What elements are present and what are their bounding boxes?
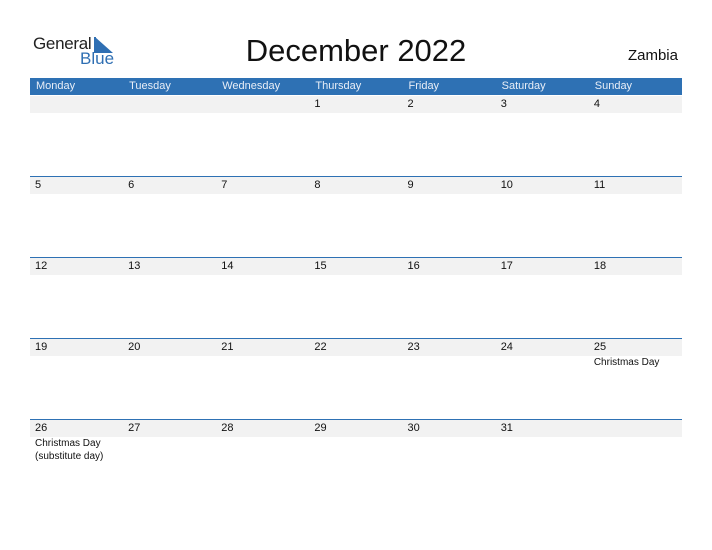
day-cell: 5 — [30, 177, 123, 258]
day-number: 1 — [314, 98, 321, 110]
day-cell: 9 — [403, 177, 496, 258]
week-row: 1 2 3 4 — [30, 96, 682, 177]
day-number: 7 — [221, 179, 228, 191]
day-cell: 8 — [309, 177, 402, 258]
day-number: 13 — [128, 260, 141, 272]
day-number: 20 — [128, 341, 141, 353]
day-cell: 15 — [309, 258, 402, 339]
holiday-label: Christmas Day — [593, 357, 660, 368]
day-cell: 23 — [403, 339, 496, 420]
week-row: 19 20 21 22 23 24 25 Christmas Day — [30, 338, 682, 420]
day-number: 2 — [407, 98, 414, 110]
day-cell: 7 — [216, 177, 309, 258]
weekday-tuesday: Tuesday — [129, 80, 171, 92]
day-number: 6 — [128, 179, 135, 191]
calendar-grid: Monday Tuesday Wednesday Thursday Friday… — [30, 78, 682, 462]
day-number: 17 — [500, 260, 513, 272]
day-number: 30 — [407, 422, 420, 434]
day-cell — [216, 96, 309, 177]
day-number: 28 — [221, 422, 234, 434]
day-number: 23 — [407, 341, 420, 353]
day-cell: 20 — [123, 339, 216, 420]
day-cell: 22 — [309, 339, 402, 420]
holiday-label: Christmas Day — [35, 438, 101, 449]
day-cell: 24 — [496, 339, 589, 420]
day-cell: 2 — [403, 96, 496, 177]
day-number: 18 — [593, 260, 607, 272]
day-cell: 31 — [496, 420, 589, 501]
day-number: 11 — [593, 179, 606, 191]
day-number: 31 — [500, 422, 513, 434]
day-cell: 13 — [123, 258, 216, 339]
day-number: 29 — [314, 422, 327, 434]
day-cell: 6 — [123, 177, 216, 258]
day-number: 5 — [35, 179, 42, 191]
day-number: 27 — [128, 422, 141, 434]
day-number: 25 — [593, 341, 607, 353]
week-row: 12 13 14 15 16 17 18 — [30, 257, 682, 339]
day-number: 22 — [314, 341, 327, 353]
day-cell: 27 — [123, 420, 216, 501]
day-cell: 1 — [309, 96, 402, 177]
day-cell: 17 — [496, 258, 589, 339]
day-cell: 30 — [403, 420, 496, 501]
day-number: 8 — [314, 179, 321, 191]
day-number: 24 — [500, 341, 513, 353]
day-number: 15 — [314, 260, 327, 272]
day-cell: 26 Christmas Day (substitute day) — [30, 420, 123, 501]
weekday-sunday: Sunday — [594, 80, 633, 92]
day-cell: 29 — [309, 420, 402, 501]
day-number: 12 — [35, 260, 48, 272]
weekday-friday: Friday — [408, 80, 440, 92]
day-number: 4 — [593, 98, 600, 110]
day-number: 19 — [35, 341, 48, 353]
country-label: Zambia — [627, 47, 678, 64]
day-cell: 10 — [496, 177, 589, 258]
day-cell: 25 Christmas Day — [589, 339, 682, 420]
week-row: 26 Christmas Day (substitute day) 27 28 29 30 3… — [30, 419, 682, 501]
day-cell: 4 — [589, 96, 682, 177]
weekday-monday: Monday — [36, 80, 76, 92]
week-row: 5 6 7 8 9 10 11 — [30, 176, 682, 258]
weekday-thursday: Thursday — [315, 80, 362, 92]
day-number: 21 — [221, 341, 234, 353]
day-cell: 21 — [216, 339, 309, 420]
day-cell: 3 — [496, 96, 589, 177]
day-cell — [30, 96, 123, 177]
holiday-label: (substitute day) — [35, 451, 104, 462]
day-number: 10 — [500, 179, 513, 191]
weekday-wednesday: Wednesday — [222, 80, 281, 92]
day-cell: 28 — [216, 420, 309, 501]
day-number: 3 — [500, 98, 507, 110]
day-cell: 16 — [403, 258, 496, 339]
weekday-saturday: Saturday — [501, 80, 546, 92]
day-number: 9 — [407, 179, 414, 191]
day-cell — [589, 420, 682, 501]
day-cell — [123, 96, 216, 177]
day-cell: 19 — [30, 339, 123, 420]
page-title: December 2022 — [245, 33, 467, 68]
day-cell: 14 — [216, 258, 309, 339]
day-cell: 18 — [589, 258, 682, 339]
day-number: 26 — [35, 422, 48, 434]
day-number: 14 — [221, 260, 234, 272]
day-cell: 11 — [589, 177, 682, 258]
weekday-header: Monday Tuesday Wednesday Thursday Friday… — [30, 78, 682, 95]
day-number: 16 — [407, 260, 420, 272]
day-cell: 12 — [30, 258, 123, 339]
